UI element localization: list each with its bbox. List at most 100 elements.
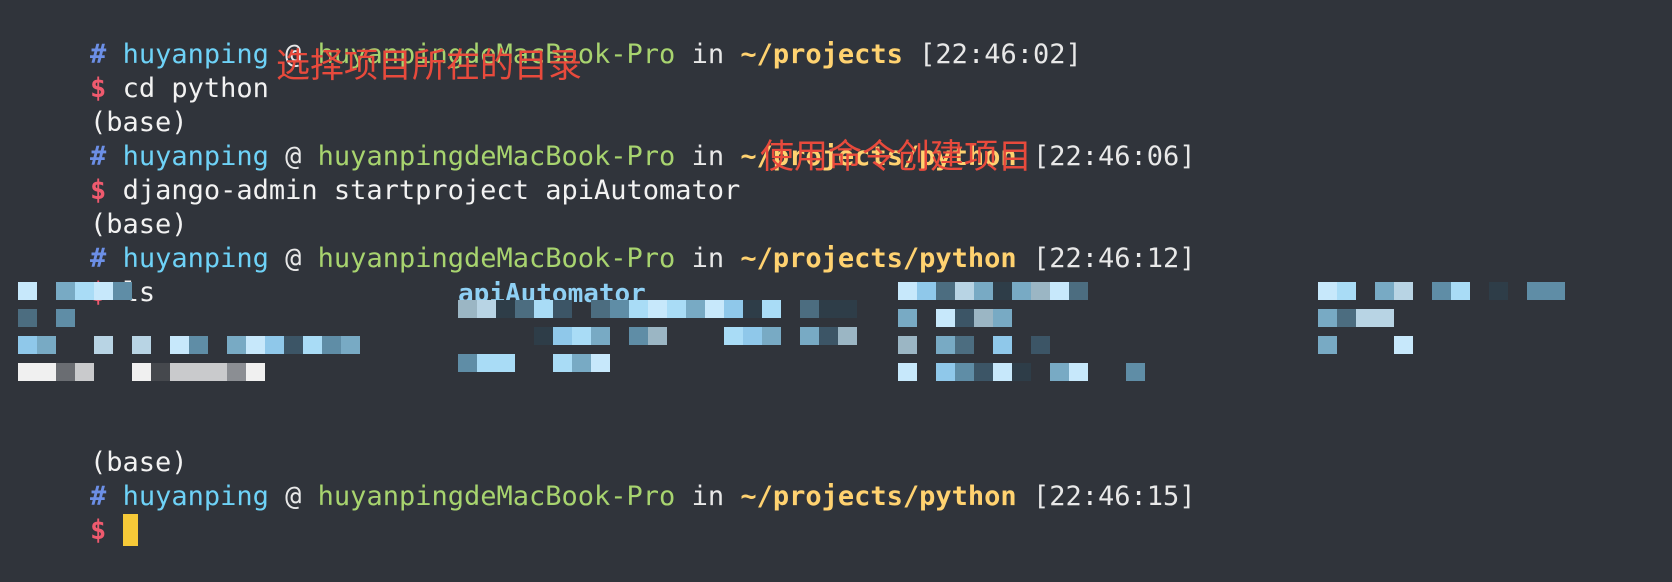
redaction-tile	[993, 282, 1012, 300]
annotation-create-project: 使用命令创建项目	[760, 137, 1032, 177]
redaction-tile	[572, 327, 591, 345]
prompt-line: # huyanping @ huyanpingdeMacBook-Pro in …	[25, 4, 1082, 70]
redaction-tile	[955, 309, 974, 327]
prompt-path: ~/projects/python	[740, 243, 1017, 274]
redaction-tile	[515, 300, 534, 318]
redaction-tile	[18, 363, 37, 381]
redaction-tile	[572, 354, 591, 372]
redaction-tile	[898, 282, 917, 300]
command-line: $ ls	[25, 242, 155, 308]
redaction-tile	[1031, 282, 1050, 300]
redaction-tile	[955, 336, 974, 354]
redaction-tile	[936, 282, 955, 300]
redaction-tile	[75, 282, 94, 300]
redaction-tile	[151, 363, 170, 381]
redaction-tile	[1337, 309, 1356, 327]
command-line[interactable]: $	[25, 480, 138, 546]
redaction-tile	[917, 282, 936, 300]
redaction-tile	[898, 363, 917, 381]
redaction-tile	[284, 336, 303, 354]
redaction-tile	[170, 363, 189, 381]
redaction-tile	[743, 300, 762, 318]
redaction-tile	[189, 363, 208, 381]
redaction-tile	[303, 336, 322, 354]
prompt-at: @	[285, 481, 302, 512]
env-label: (base)	[25, 174, 188, 240]
redaction-tile	[1050, 363, 1069, 381]
redaction-tile	[1375, 309, 1394, 327]
prompt-host: huyanpingdeMacBook-Pro	[317, 243, 676, 274]
prompt-time: [22:46:15]	[1032, 481, 1196, 512]
redaction-tile	[993, 336, 1012, 354]
redaction-tile	[629, 300, 648, 318]
redaction-tile	[591, 327, 610, 345]
redaction-tile	[974, 363, 993, 381]
redaction-tile	[534, 327, 553, 345]
redaction-tile	[458, 354, 477, 372]
redaction-tile	[37, 336, 56, 354]
redaction-tile	[37, 363, 56, 381]
prompt-at: @	[285, 243, 302, 274]
redaction-tile	[800, 327, 819, 345]
redaction-tile	[936, 363, 955, 381]
redaction-tile	[993, 363, 1012, 381]
redaction-tile	[1394, 282, 1413, 300]
redaction-tile	[955, 363, 974, 381]
redaction-tile	[1356, 309, 1375, 327]
redaction-tile	[898, 336, 917, 354]
redaction-tile	[553, 300, 572, 318]
redaction-tile	[819, 300, 838, 318]
redaction-tile	[170, 336, 189, 354]
redaction-tile	[898, 309, 917, 327]
redaction-tile	[553, 327, 572, 345]
redaction-tile	[553, 354, 572, 372]
redaction-tile	[1069, 363, 1088, 381]
redaction-tile	[648, 300, 667, 318]
redaction-tile	[1451, 282, 1470, 300]
redaction-tile	[1050, 282, 1069, 300]
prompt-in: in	[691, 39, 725, 70]
redaction-tile	[75, 363, 94, 381]
redaction-tile	[477, 354, 496, 372]
terminal-window[interactable]: # huyanping @ huyanpingdeMacBook-Pro in …	[0, 0, 1672, 546]
redaction-tile	[1012, 282, 1031, 300]
redaction-tile	[800, 300, 819, 318]
redaction-tile	[1337, 282, 1356, 300]
redaction-tile	[94, 336, 113, 354]
redaction-tile	[496, 354, 515, 372]
redaction-tile	[724, 327, 743, 345]
redaction-tile	[955, 282, 974, 300]
redaction-tile	[1489, 282, 1508, 300]
redaction-tile	[496, 300, 515, 318]
annotation-select-directory: 选择项目所在的目录	[276, 46, 582, 86]
redaction-tile	[705, 300, 724, 318]
prompt-path: ~/projects	[740, 39, 903, 70]
redaction-tile	[56, 309, 75, 327]
redaction-tile	[724, 300, 743, 318]
redaction-tile	[686, 300, 705, 318]
redaction-tile	[667, 300, 686, 318]
redaction-tile	[322, 336, 341, 354]
redaction-tile	[227, 363, 246, 381]
redaction-tile	[743, 327, 762, 345]
redaction-tile	[993, 309, 1012, 327]
redaction-tile	[1069, 282, 1088, 300]
redaction-tile	[265, 336, 284, 354]
redaction-tile	[132, 363, 151, 381]
redaction-tile	[762, 300, 781, 318]
text-cursor	[122, 514, 138, 546]
redaction-tile	[1394, 336, 1413, 354]
redaction-tile	[1031, 336, 1050, 354]
redaction-tile	[1546, 282, 1565, 300]
redaction-tile	[838, 300, 857, 318]
redaction-tile	[936, 336, 955, 354]
prompt-time: [22:46:06]	[1032, 141, 1196, 172]
redaction-tile	[819, 327, 838, 345]
redaction-tile	[1318, 282, 1337, 300]
redaction-tile	[132, 336, 151, 354]
redaction-tile	[936, 309, 955, 327]
prompt-in: in	[691, 481, 725, 512]
env-label: (base)	[25, 412, 188, 478]
command-line: $ cd python	[25, 38, 269, 104]
redaction-tile	[1527, 282, 1546, 300]
